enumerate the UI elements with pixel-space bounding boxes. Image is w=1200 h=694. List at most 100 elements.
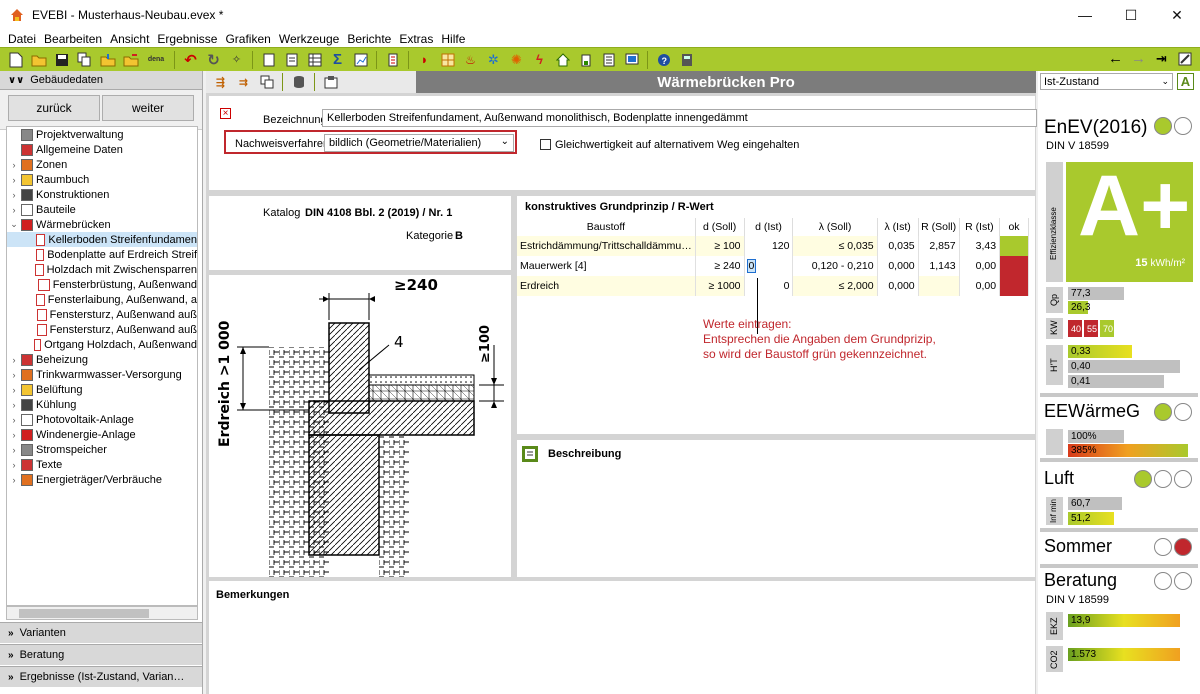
expand-chevron-icon[interactable]: › bbox=[9, 160, 19, 170]
list-icon[interactable] bbox=[600, 51, 617, 68]
table-row[interactable]: Erdreich ≥ 1000 0 ≤ 2,000 0,000 0,00 bbox=[517, 276, 1029, 296]
ventilation-icon[interactable]: ✲ bbox=[485, 51, 502, 68]
heating-icon[interactable]: ◗ bbox=[416, 51, 433, 68]
beratung-section[interactable]: » Beratung bbox=[0, 644, 202, 665]
cell-lambda-ist-input[interactable]: 0,035 bbox=[877, 236, 919, 256]
tree-item[interactable]: › Bauteile bbox=[7, 202, 197, 217]
catalog-icon[interactable] bbox=[322, 74, 339, 91]
tree-item[interactable]: › Beheizung bbox=[7, 352, 197, 367]
table-icon[interactable] bbox=[306, 51, 323, 68]
menu-werkzeuge[interactable]: Werkzeuge bbox=[279, 32, 339, 46]
ergebnisse-section[interactable]: » Ergebnisse (Ist-Zustand, Varian… bbox=[0, 666, 202, 687]
variant-select[interactable]: Ist-Zustand ⌄ bbox=[1040, 73, 1173, 90]
new-file-icon[interactable] bbox=[7, 51, 24, 68]
export-icon[interactable] bbox=[122, 51, 139, 68]
tree-scrollbar[interactable] bbox=[6, 606, 198, 620]
back-button[interactable]: zurück bbox=[8, 95, 100, 121]
tree-item[interactable]: Projektverwaltung bbox=[7, 127, 197, 142]
import-icon[interactable] bbox=[99, 51, 116, 68]
tree-item[interactable]: Ortgang Holzdach, Außenwand bbox=[7, 337, 197, 352]
maximize-button[interactable]: ☐ bbox=[1108, 0, 1154, 30]
presentation-icon[interactable] bbox=[623, 51, 640, 68]
sun-icon[interactable]: ✺ bbox=[508, 51, 525, 68]
electricity-icon[interactable]: ϟ bbox=[531, 51, 548, 68]
sum-icon[interactable]: Σ bbox=[329, 51, 346, 68]
tree-item[interactable]: › Stromspeicher bbox=[7, 442, 197, 457]
menu-bearbeiten[interactable]: Bearbeiten bbox=[44, 32, 102, 46]
tree-item[interactable]: › Konstruktionen bbox=[7, 187, 197, 202]
menu-ansicht[interactable]: Ansicht bbox=[110, 32, 149, 46]
building-icon[interactable] bbox=[384, 51, 401, 68]
expand-chevron-icon[interactable]: ⌄ bbox=[9, 219, 19, 230]
tree-item[interactable]: › Windenergie-Anlage bbox=[7, 427, 197, 442]
expand-chevron-icon[interactable]: › bbox=[9, 460, 19, 470]
expand-chevron-icon[interactable]: › bbox=[9, 175, 19, 185]
page-icon[interactable] bbox=[283, 51, 300, 68]
chart-icon[interactable] bbox=[352, 51, 369, 68]
window-icon[interactable] bbox=[439, 51, 456, 68]
add-thermal-bridge-icon[interactable]: ⇶ bbox=[212, 74, 229, 91]
tree-item[interactable]: › Photovoltaik-Anlage bbox=[7, 412, 197, 427]
tree-item[interactable]: › Energieträger/Verbräuche bbox=[7, 472, 197, 487]
expand-chevron-icon[interactable]: › bbox=[9, 205, 19, 215]
tree-item[interactable]: Bodenplatte auf Erdreich Streif bbox=[7, 247, 197, 262]
tree-item[interactable]: › Zonen bbox=[7, 157, 197, 172]
tree-item[interactable]: › Texte bbox=[7, 457, 197, 472]
tree-item[interactable]: Fensterlaibung, Außenwand, a bbox=[7, 292, 197, 307]
expand-chevron-icon[interactable]: › bbox=[9, 190, 19, 200]
tree-item[interactable]: › Trinkwarmwasser-Versorgung bbox=[7, 367, 197, 382]
bezeichnung-input[interactable]: Kellerboden Streifenfundament, Außenwand… bbox=[322, 109, 1037, 127]
wizard-icon[interactable]: ✧ bbox=[228, 51, 245, 68]
expand-chevron-icon[interactable]: › bbox=[9, 445, 19, 455]
copy-icon[interactable] bbox=[76, 51, 93, 68]
tree-item[interactable]: ⌄ Wärmebrücken bbox=[7, 217, 197, 232]
cell-d-ist-input[interactable]: 0 bbox=[744, 256, 794, 276]
delete-icon[interactable]: × bbox=[220, 108, 231, 119]
menu-grafiken[interactable]: Grafiken bbox=[225, 32, 270, 46]
expand-chevron-icon[interactable]: › bbox=[9, 415, 19, 425]
table-row[interactable]: Mauerwerk [4] ≥ 240 0 0,120 - 0,210 0,00… bbox=[517, 256, 1029, 276]
copy-item-icon[interactable] bbox=[258, 74, 275, 91]
cell-lambda-ist-input[interactable]: 0,000 bbox=[877, 256, 919, 276]
expand-chevron-icon[interactable]: › bbox=[9, 355, 19, 365]
cell-lambda-ist-input[interactable]: 0,000 bbox=[877, 276, 919, 296]
auto-calc-button[interactable]: A bbox=[1177, 73, 1194, 90]
exit-icon[interactable]: ⇥ bbox=[1153, 50, 1170, 67]
close-button[interactable]: ✕ bbox=[1154, 0, 1200, 30]
tree-item[interactable]: Fenstersturz, Außenwand auß bbox=[7, 307, 197, 322]
building-tree[interactable]: Projektverwaltung Allgemeine Daten › Zonen ›… bbox=[6, 126, 198, 606]
menu-berichte[interactable]: Berichte bbox=[347, 32, 391, 46]
minimize-button[interactable]: — bbox=[1062, 0, 1108, 30]
open-folder-icon[interactable] bbox=[30, 51, 47, 68]
scrollbar-thumb[interactable] bbox=[19, 609, 149, 618]
undo-icon[interactable]: ↶ bbox=[182, 51, 199, 69]
database-icon[interactable] bbox=[290, 74, 307, 91]
expand-chevron-icon[interactable]: › bbox=[9, 430, 19, 440]
battery-icon[interactable] bbox=[577, 51, 594, 68]
help-icon[interactable]: ? bbox=[655, 51, 672, 68]
dena-icon[interactable]: dena bbox=[145, 51, 167, 68]
menu-extras[interactable]: Extras bbox=[399, 32, 433, 46]
expand-chevron-icon[interactable]: › bbox=[9, 370, 19, 380]
tree-item[interactable]: Kellerboden Streifenfundamen bbox=[7, 232, 197, 247]
redo-icon[interactable]: ↻ bbox=[205, 51, 222, 69]
back-arrow-icon[interactable]: ← bbox=[1107, 50, 1124, 67]
nachweisverfahren-select[interactable]: bildlich (Geometrie/Materialien) ⌄ bbox=[324, 134, 514, 152]
menu-ergebnisse[interactable]: Ergebnisse bbox=[157, 32, 217, 46]
tree-item[interactable]: Holzdach mit Zwischensparren bbox=[7, 262, 197, 277]
cell-d-ist-input[interactable]: 120 bbox=[744, 236, 794, 256]
gebaeudedaten-header[interactable]: ∨∨ Gebäudedaten bbox=[0, 71, 202, 90]
expand-chevron-icon[interactable]: › bbox=[9, 385, 19, 395]
expand-chevron-icon[interactable]: › bbox=[9, 400, 19, 410]
document-icon[interactable] bbox=[260, 51, 277, 68]
calculator-icon[interactable] bbox=[678, 51, 695, 68]
varianten-section[interactable]: » Varianten bbox=[0, 622, 202, 643]
tree-item[interactable]: › Raumbuch bbox=[7, 172, 197, 187]
table-row[interactable]: Estrichdämmung/Trittschalldämmu… ≥ 100 1… bbox=[517, 236, 1029, 256]
forward-arrow-icon[interactable]: → bbox=[1130, 50, 1147, 67]
d-ist-editor[interactable]: 0 bbox=[746, 259, 757, 273]
tree-item[interactable]: Fenstersturz, Außenwand auß bbox=[7, 322, 197, 337]
gleichwertigkeit-checkbox[interactable] bbox=[540, 139, 551, 150]
tree-item[interactable]: Allgemeine Daten bbox=[7, 142, 197, 157]
hot-water-icon[interactable]: ♨ bbox=[462, 51, 479, 68]
